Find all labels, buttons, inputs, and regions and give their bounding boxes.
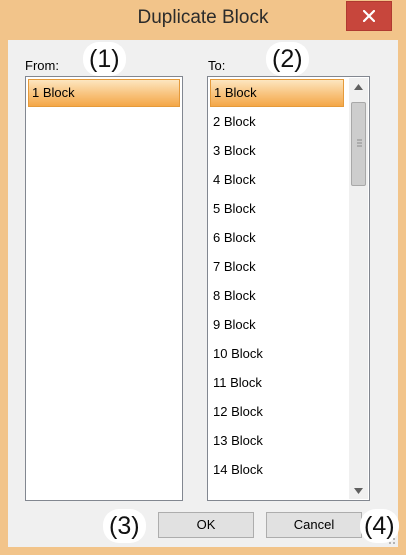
to-label: To: [208,58,226,73]
duplicate-block-dialog: Duplicate Block From: (1) 1 Block To: (2… [0,0,406,555]
cancel-button[interactable]: Cancel [266,512,362,538]
to-list-item[interactable]: 5 Block [210,195,344,223]
from-list-item[interactable]: 1 Block [28,79,180,107]
marker-2: (2) [266,42,309,76]
to-list-item[interactable]: 4 Block [210,166,344,194]
to-list-item[interactable]: 12 Block [210,398,344,426]
scroll-down-button[interactable] [349,482,368,499]
close-button[interactable] [346,1,392,31]
to-list-item[interactable]: 10 Block [210,340,344,368]
to-list-item[interactable]: 3 Block [210,137,344,165]
marker-3: (3) [103,509,146,543]
thumb-grip-icon [357,139,362,147]
title-bar[interactable]: Duplicate Block [0,0,406,40]
to-list-item[interactable]: 11 Block [210,369,344,397]
marker-1: (1) [83,42,126,76]
triangle-up-icon [354,83,363,90]
to-scrollbar[interactable] [349,78,368,499]
triangle-down-icon [354,487,363,494]
to-list-item[interactable]: 6 Block [210,224,344,252]
scroll-up-button[interactable] [349,78,368,95]
from-listbox[interactable]: 1 Block [25,76,183,501]
from-label: From: [25,58,59,73]
to-list-item[interactable]: 13 Block [210,427,344,455]
to-list-item[interactable]: 2 Block [210,108,344,136]
to-list-item[interactable]: 7 Block [210,253,344,281]
to-list-item[interactable]: 14 Block [210,456,344,484]
to-list-item[interactable]: 1 Block [210,79,344,107]
resize-grip-icon[interactable] [384,533,396,545]
dialog-body: From: (1) 1 Block To: (2) 1 Block 2 Block… [8,40,399,547]
ok-button[interactable]: OK [158,512,254,538]
close-icon [363,10,375,22]
to-list-item[interactable]: 8 Block [210,282,344,310]
to-list-item[interactable]: 9 Block [210,311,344,339]
to-listbox[interactable]: 1 Block 2 Block 3 Block 4 Block 5 Block 6 Blo… [207,76,370,501]
scroll-thumb[interactable] [351,102,366,186]
